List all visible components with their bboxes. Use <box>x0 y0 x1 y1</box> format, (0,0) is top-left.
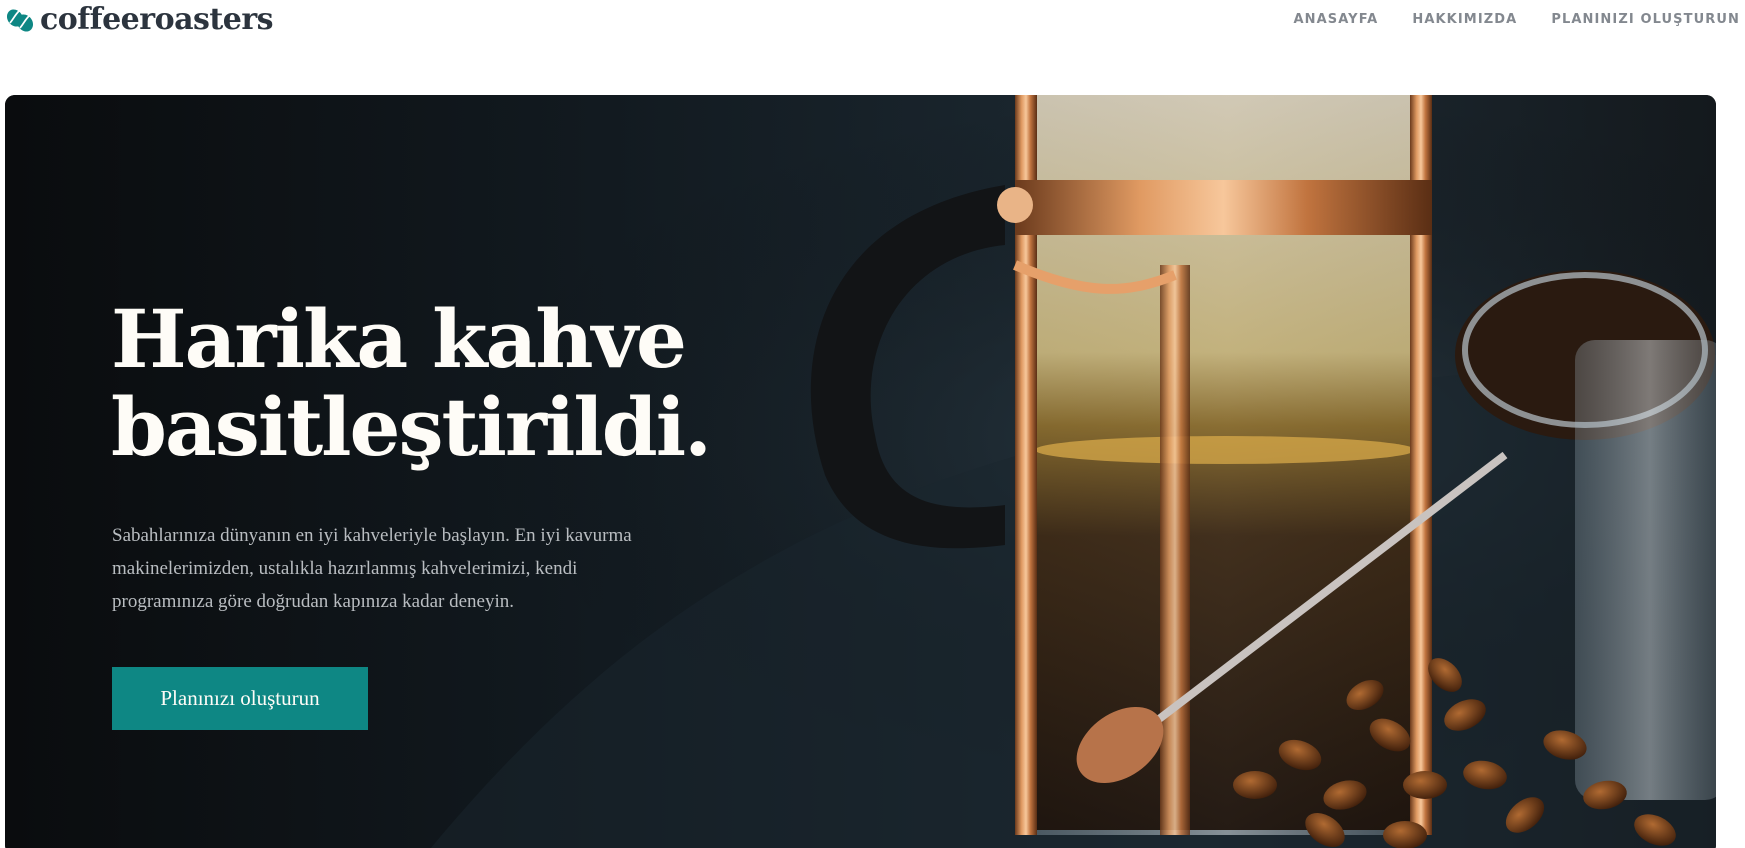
hero-title: Harika kahve basitleştirildi. <box>111 292 712 474</box>
hero-description: Sabahlarınıza dünyanın en iyi kahveleriy… <box>112 525 632 612</box>
nav-item-home[interactable]: ANASAYFA <box>1294 12 1379 28</box>
coffee-bean-icon <box>6 9 34 32</box>
logo[interactable]: coffeeroasters <box>6 2 274 37</box>
nav-item-create-plan[interactable]: PLANINIZI OLUŞTURUN <box>1551 12 1740 28</box>
main-nav: ANASAYFA HAKKIMIZDA PLANINIZI OLUŞTURUN <box>1294 12 1741 28</box>
nav-item-about[interactable]: HAKKIMIZDA <box>1412 12 1517 28</box>
brand-name: coffeeroasters <box>40 2 274 37</box>
site-header: coffeeroasters ANASAYFA HAKKIMIZDA PLANI… <box>0 0 1745 60</box>
create-plan-button[interactable]: Planınızı oluşturun <box>112 667 368 730</box>
hero-section: Harika kahve basitleştirildi. Sabahların… <box>5 95 1716 848</box>
